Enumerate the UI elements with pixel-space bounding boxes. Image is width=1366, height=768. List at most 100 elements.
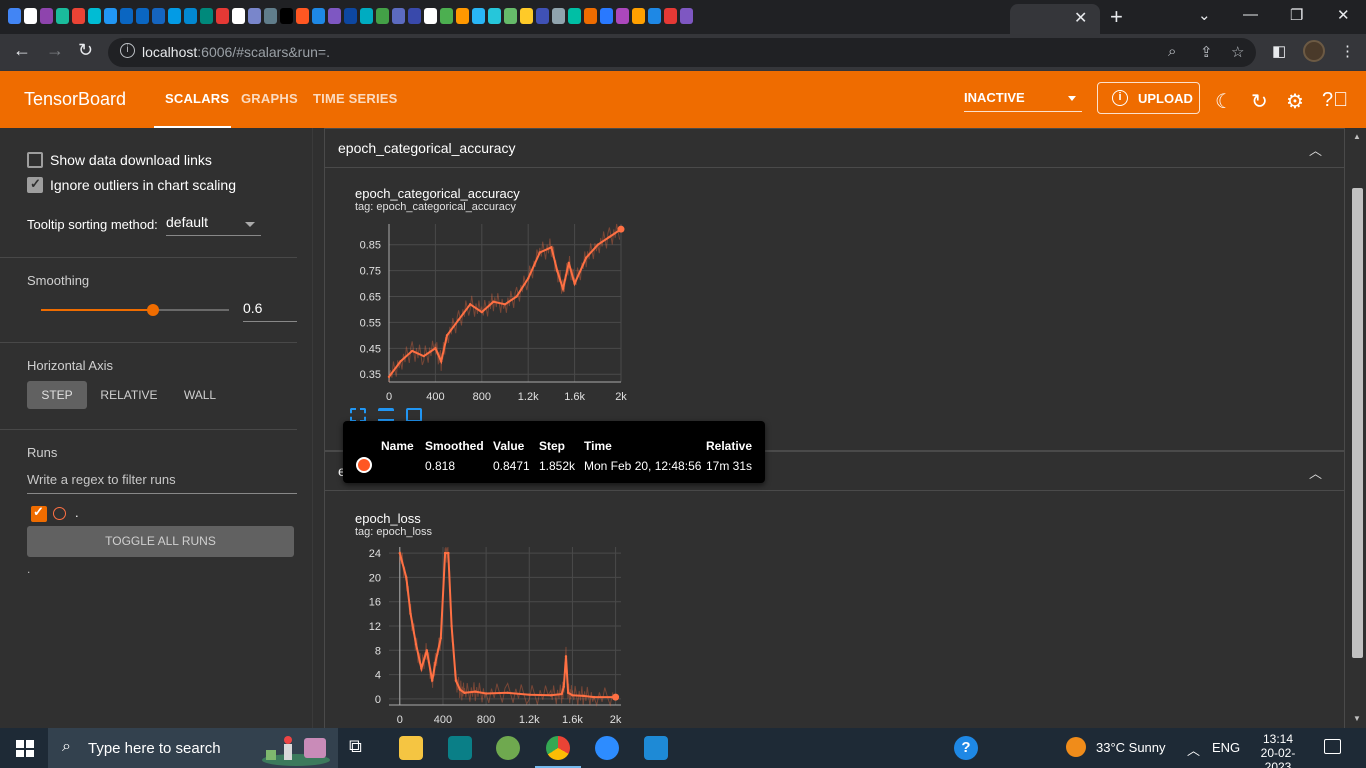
pinned-tab-favicon-icon[interactable] [264, 8, 277, 24]
tooltip-sort-select[interactable]: default [166, 214, 261, 236]
ignore-outliers-checkbox[interactable] [27, 176, 43, 193]
tab-scalars[interactable]: SCALARS [165, 91, 229, 106]
pinned-tab-favicon-icon[interactable] [616, 8, 629, 24]
pinned-tab-favicon-icon[interactable] [40, 8, 53, 24]
pinned-tab-favicon-icon[interactable] [232, 8, 245, 24]
windows-start-icon[interactable] [16, 740, 34, 757]
language-indicator[interactable]: ENG [1212, 740, 1240, 755]
minimize-icon[interactable]: — [1243, 6, 1258, 23]
plugin-status-select[interactable]: INACTIVE [964, 90, 1082, 112]
share-icon[interactable]: ⇪ [1200, 43, 1213, 61]
pinned-tab-favicon-icon[interactable] [328, 8, 341, 24]
bookmark-star-icon[interactable]: ☆ [1231, 43, 1244, 61]
pinned-tab-favicon-icon[interactable] [104, 8, 117, 24]
group-header-accuracy[interactable]: epoch_categorical_accuracy ︿ [324, 128, 1345, 168]
pinned-tab-favicon-icon[interactable] [664, 8, 677, 24]
close-tab-icon[interactable]: ✕ [1074, 8, 1087, 28]
weather-text[interactable]: 33°C Sunny [1096, 740, 1166, 755]
pinned-tab-favicon-icon[interactable] [344, 8, 357, 24]
zoom-icon[interactable] [595, 736, 619, 760]
pinned-tab-favicon-icon[interactable] [296, 8, 309, 24]
pinned-tab-favicon-icon[interactable] [536, 8, 549, 24]
vscode-icon[interactable] [644, 736, 668, 760]
dark-mode-icon[interactable]: ☾ [1215, 89, 1233, 114]
weather-sun-icon[interactable] [1066, 737, 1086, 757]
tab-search-icon[interactable]: ⌄ [1198, 6, 1211, 24]
pinned-tab-favicon-icon[interactable] [312, 8, 325, 24]
pinned-tab-favicon-icon[interactable] [184, 8, 197, 24]
pinned-tab-favicon-icon[interactable] [376, 8, 389, 24]
runs-filter-input[interactable]: Write a regex to filter runs [27, 472, 297, 494]
pinned-tab-favicon-icon[interactable] [408, 8, 421, 24]
file-explorer-icon[interactable] [399, 736, 423, 760]
pinned-tab-favicon-icon[interactable] [584, 8, 597, 24]
scroll-up-icon[interactable]: ▲ [1353, 132, 1361, 141]
run-checkbox[interactable] [31, 504, 47, 522]
new-tab-icon[interactable]: + [1110, 4, 1123, 30]
pinned-tab-favicon-icon[interactable] [200, 8, 213, 24]
back-icon[interactable]: ← [13, 40, 31, 61]
pinned-tab-favicon-icon[interactable] [424, 8, 437, 24]
pinned-tab-favicon-icon[interactable] [24, 8, 37, 24]
pinned-tab-favicon-icon[interactable] [600, 8, 613, 24]
loss-chart[interactable]: 0 4 8 12 16 20 24 0 400 800 1.2k 1.6k 2k [347, 541, 647, 728]
pinned-tab-favicon-icon[interactable] [280, 8, 293, 24]
pinned-tab-favicon-icon[interactable] [136, 8, 149, 24]
help-icon[interactable]: ?⃝ [1322, 89, 1348, 112]
tab-graphs[interactable]: GRAPHS [241, 91, 298, 106]
pinned-tab-favicon-icon[interactable] [680, 8, 693, 24]
pinned-tab-favicon-icon[interactable] [8, 8, 21, 24]
pinned-tab-favicon-icon[interactable] [440, 8, 453, 24]
pinned-tab-favicon-icon[interactable] [472, 8, 485, 24]
axis-relative-button[interactable]: RELATIVE [98, 381, 160, 409]
pinned-tab-favicon-icon[interactable] [392, 8, 405, 24]
toggle-all-runs-button[interactable]: TOGGLE ALL RUNS [27, 526, 294, 557]
log-scale-icon[interactable] [378, 408, 394, 422]
notification-center-icon[interactable] [1324, 739, 1341, 754]
pinned-tab-favicon-icon[interactable] [152, 8, 165, 24]
pinned-tab-favicon-icon[interactable] [72, 8, 85, 24]
pinned-tab-favicon-icon[interactable] [632, 8, 645, 24]
zoom-search-icon[interactable]: ⌕ [1168, 43, 1176, 60]
arduino-icon[interactable] [448, 736, 472, 760]
show-download-links-checkbox[interactable] [27, 152, 43, 168]
pinned-tab-favicon-icon[interactable] [56, 8, 69, 24]
android-studio-icon[interactable] [496, 736, 520, 760]
smoothing-slider-thumb[interactable] [147, 304, 159, 316]
forward-icon[interactable]: → [46, 40, 64, 61]
pinned-tab-favicon-icon[interactable] [88, 8, 101, 24]
pinned-tab-favicon-icon[interactable] [360, 8, 373, 24]
main-scrollbar[interactable]: ▲ ▼ [1350, 128, 1366, 728]
restore-icon[interactable]: ❐ [1290, 6, 1303, 24]
reload-icon[interactable]: ↻ [78, 40, 93, 61]
pinned-tab-icons[interactable] [8, 8, 693, 26]
upload-button[interactable]: i UPLOAD [1097, 82, 1200, 114]
run-color-swatch[interactable] [53, 507, 66, 520]
window-close-icon[interactable]: ✕ [1337, 6, 1350, 24]
tray-overflow-icon[interactable]: ︿ [1187, 740, 1200, 759]
pinned-tab-favicon-icon[interactable] [552, 8, 565, 24]
pinned-tab-favicon-icon[interactable] [456, 8, 469, 24]
scrollbar-thumb[interactable] [1352, 188, 1363, 658]
pinned-tab-favicon-icon[interactable] [648, 8, 661, 24]
site-info-icon[interactable]: i [120, 43, 135, 58]
taskbar-search[interactable]: ⌕ Type here to search [48, 728, 338, 768]
axis-step-button[interactable]: STEP [27, 381, 87, 409]
refresh-icon[interactable]: ↻ [1251, 89, 1268, 114]
system-clock[interactable]: 13:14 20-02-2023 [1248, 732, 1308, 768]
pinned-tab-favicon-icon[interactable] [488, 8, 501, 24]
pinned-tab-favicon-icon[interactable] [120, 8, 133, 24]
pinned-tab-favicon-icon[interactable] [216, 8, 229, 24]
side-panel-icon[interactable]: ◧ [1272, 42, 1286, 60]
task-view-icon[interactable]: ⧉ [349, 736, 373, 760]
address-bar[interactable]: i localhost:6006/#scalars&run=. ⌕ ⇪ ☆ [108, 38, 1256, 67]
pinned-tab-favicon-icon[interactable] [504, 8, 517, 24]
chrome-icon[interactable] [546, 736, 570, 760]
settings-gear-icon[interactable]: ⚙ [1286, 89, 1304, 114]
pinned-tab-favicon-icon[interactable] [520, 8, 533, 24]
fit-domain-icon[interactable] [406, 408, 422, 422]
pinned-tab-favicon-icon[interactable] [568, 8, 581, 24]
scroll-down-icon[interactable]: ▼ [1353, 714, 1361, 723]
fullscreen-icon[interactable] [350, 408, 366, 422]
pinned-tab-favicon-icon[interactable] [248, 8, 261, 24]
